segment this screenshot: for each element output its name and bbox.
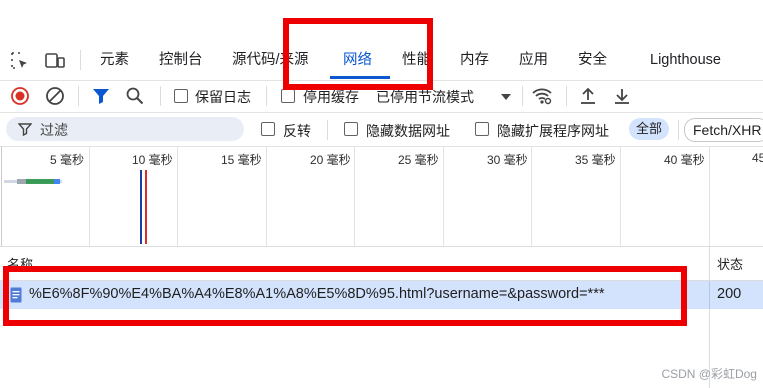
tick-label: 15 毫秒 xyxy=(221,153,262,167)
tab-security[interactable]: 安全 xyxy=(578,40,607,80)
hide-data-urls-label: 隐藏数据网址 xyxy=(366,123,450,139)
tab-application[interactable]: 应用 xyxy=(519,40,548,80)
filter-placeholder: 过滤 xyxy=(40,122,68,138)
throttling-select[interactable]: 已停用节流模式 xyxy=(376,87,474,107)
request-waterfall-bar-download xyxy=(26,179,54,184)
disable-cache-checkbox[interactable] xyxy=(281,89,295,103)
disable-cache-label: 停用缓存 xyxy=(303,89,359,105)
hide-data-urls-checkbox[interactable] xyxy=(344,122,358,136)
clear-icon[interactable] xyxy=(45,86,65,109)
network-conditions-icon[interactable] xyxy=(531,85,553,110)
device-toolbar-icon[interactable] xyxy=(44,51,66,74)
tick-label: 45 xyxy=(752,151,763,165)
search-icon[interactable] xyxy=(125,86,145,109)
filter-icon[interactable] xyxy=(91,86,111,109)
load-event-line xyxy=(145,170,147,244)
tab-memory[interactable]: 内存 xyxy=(460,40,489,80)
preserve-log-checkbox[interactable] xyxy=(174,89,188,103)
tick-label: 35 毫秒 xyxy=(575,153,616,167)
tick-label: 10 毫秒 xyxy=(132,153,173,167)
export-har-icon[interactable] xyxy=(612,86,632,109)
type-filter-fetch-xhr[interactable]: Fetch/XHR xyxy=(684,118,763,142)
request-waterfall-bar-waiting xyxy=(17,179,26,184)
timeline-overview[interactable]: 5 毫秒 10 毫秒 15 毫秒 20 毫秒 25 毫秒 30 毫秒 35 毫秒… xyxy=(0,146,763,247)
preserve-log-label: 保留日志 xyxy=(195,89,251,105)
highlight-box-request-row xyxy=(3,266,687,326)
chevron-down-icon[interactable] xyxy=(500,90,512,106)
hide-extension-urls-checkbox[interactable] xyxy=(475,122,489,136)
select-element-icon[interactable] xyxy=(10,51,30,74)
tab-lighthouse[interactable]: Lighthouse xyxy=(650,40,721,80)
tick-label: 5 毫秒 xyxy=(50,153,85,167)
tick-label: 30 毫秒 xyxy=(487,153,528,167)
dom-content-loaded-line xyxy=(140,170,142,244)
tab-elements[interactable]: 元素 xyxy=(100,40,129,80)
record-icon[interactable] xyxy=(10,86,30,109)
import-har-icon[interactable] xyxy=(578,86,598,109)
invert-checkbox[interactable] xyxy=(261,122,275,136)
tick-label: 25 毫秒 xyxy=(398,153,439,167)
type-filter-all[interactable]: 全部 xyxy=(629,118,670,140)
request-waterfall-bar-end xyxy=(54,179,60,184)
filter-bar: 过滤 反转 隐藏数据网址 隐藏扩展程序网址 全部 Fetch/XHR xyxy=(0,113,763,147)
watermark: CSDN @彩虹Dog xyxy=(661,367,757,381)
filter-funnel-icon xyxy=(17,122,33,139)
tick-label: 40 毫秒 xyxy=(664,153,705,167)
tab-console[interactable]: 控制台 xyxy=(159,40,203,80)
highlight-box-network-tab xyxy=(283,18,433,90)
request-status: 200 xyxy=(717,286,742,302)
column-header-status[interactable]: 状态 xyxy=(717,254,743,273)
filter-input[interactable]: 过滤 xyxy=(6,117,244,141)
tick-label: 20 毫秒 xyxy=(310,153,351,167)
hide-extension-urls-label: 隐藏扩展程序网址 xyxy=(497,123,609,139)
invert-label: 反转 xyxy=(283,123,311,139)
